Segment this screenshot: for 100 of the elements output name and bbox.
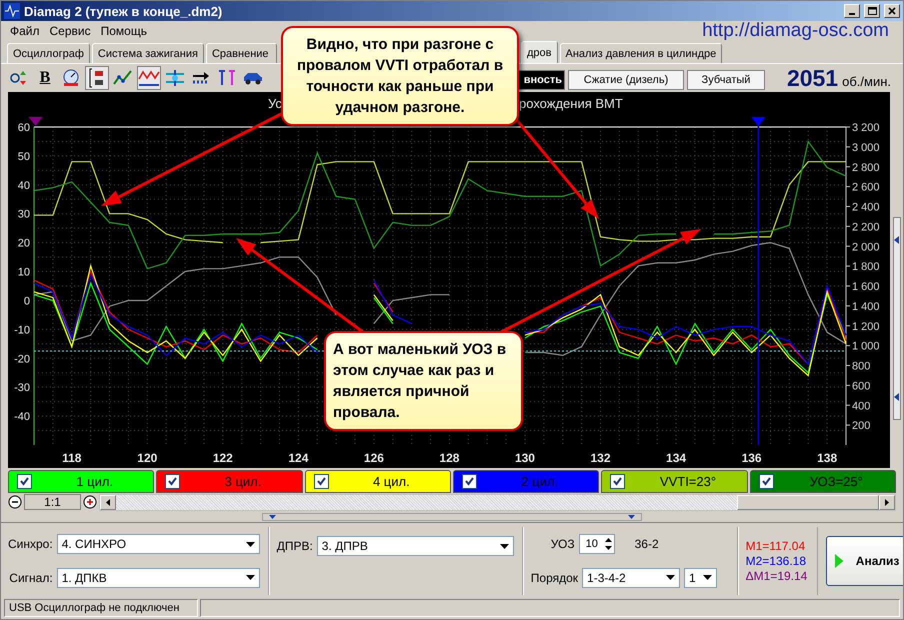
axis-label: 1 800 xyxy=(852,261,880,274)
axis-label: 2 400 xyxy=(852,202,880,214)
callout: А вот маленький УОЗ в этом случае как раз и является причной провала. xyxy=(324,331,523,431)
arrow-down-icon xyxy=(269,514,276,518)
marker-readout: ΔM1=19.14 xyxy=(746,568,808,583)
axis-label: 120 xyxy=(137,451,158,466)
timing-spinner[interactable]: 10 xyxy=(578,534,615,554)
minimize-button[interactable] xyxy=(844,4,860,18)
checkbox[interactable] xyxy=(610,474,626,490)
legend-label: 3 цил. xyxy=(224,474,262,490)
axis-label: 122 xyxy=(212,451,233,466)
axis-label: -30 xyxy=(14,382,30,394)
axis-label: 40 xyxy=(18,180,30,192)
firing-order-dropdown[interactable]: 1-3-4-2 xyxy=(582,568,680,588)
camshaft-dropdown[interactable]: 3. ДПРВ xyxy=(316,536,514,556)
legend-item[interactable]: 1 цил. xyxy=(8,470,154,494)
checkbox[interactable] xyxy=(314,474,329,490)
menu-item[interactable]: Сервис xyxy=(44,24,96,38)
field-label: Сигнал: xyxy=(9,570,53,585)
legend-item[interactable]: УОЗ=25° xyxy=(750,470,896,494)
axis-label: 1 400 xyxy=(852,301,880,314)
mode-tab[interactable]: Сжатие (дизель) xyxy=(568,70,684,90)
tab[interactable]: Анализ давления в цилиндре xyxy=(560,43,722,64)
axis-label: 2 800 xyxy=(852,162,880,174)
legend-label: 4 цил. xyxy=(372,474,411,490)
caret-icon xyxy=(703,575,712,580)
caret-icon xyxy=(246,542,255,547)
menu-item[interactable]: Помощь xyxy=(96,24,152,38)
zoom-ratio: 1:1 xyxy=(24,494,81,510)
zoom-out-icon[interactable] xyxy=(8,495,22,510)
marker-readout: M1=117.04 xyxy=(746,538,806,553)
mode-tab[interactable]: Зубчатый xyxy=(687,70,765,90)
axis-label: 1 000 xyxy=(852,340,880,353)
axis-label: 10 xyxy=(18,266,30,279)
arrow-left-icon[interactable] xyxy=(106,498,110,506)
toolbar-button[interactable] xyxy=(137,66,161,90)
marker-handle[interactable] xyxy=(28,117,43,126)
tab[interactable]: дров xyxy=(521,41,558,64)
tab[interactable]: Система зажигания xyxy=(92,43,204,64)
rpm-unit: об./мин. xyxy=(842,74,891,89)
axis-label: 124 xyxy=(288,451,308,466)
close-button[interactable] xyxy=(884,4,900,18)
axis-label: -10 xyxy=(14,324,30,337)
axis-label: 134 xyxy=(666,451,686,466)
spin-arrows-icon[interactable] xyxy=(604,537,612,552)
cursor-line[interactable] xyxy=(751,117,766,446)
axis-label: 2 000 xyxy=(852,242,880,254)
callout: Видно, что при разгоне с провалом VVTI отработал в точности как раньше при удачном разгоне. xyxy=(281,26,519,126)
zoom-in-icon[interactable] xyxy=(83,495,97,510)
status-text: USB Осциллограф не подключен xyxy=(4,598,198,617)
bold-button[interactable]: B xyxy=(33,66,57,90)
sync-dropdown[interactable]: 4. СИНХРО xyxy=(56,534,260,554)
signal-dropdown[interactable]: 1. ДПКВ xyxy=(56,568,260,588)
axis-label: 1 600 xyxy=(852,281,880,294)
axis-label: 132 xyxy=(590,451,611,466)
legend-label: VVTI=23° xyxy=(658,474,718,490)
axis-label: 600 xyxy=(852,380,870,393)
marker-readout: M2=136.18 xyxy=(746,554,808,568)
sync-icon xyxy=(164,69,186,88)
axis-label: 60 xyxy=(18,122,30,134)
cylinder-dropdown[interactable]: 1 xyxy=(684,568,718,588)
tab[interactable]: Осциллограф xyxy=(7,43,90,64)
mode-tab[interactable]: вность xyxy=(517,70,565,90)
checkbox[interactable] xyxy=(17,474,32,490)
checkbox[interactable] xyxy=(758,474,774,490)
markers-icon xyxy=(217,69,237,88)
checkbox[interactable] xyxy=(462,474,477,490)
legend-item[interactable]: 4 цил. xyxy=(304,470,451,494)
arrow-right-icon[interactable] xyxy=(885,498,889,506)
maximize-button[interactable] xyxy=(864,4,880,18)
axis-label: 2 200 xyxy=(852,222,880,234)
scrollbar-thumb[interactable] xyxy=(737,494,879,510)
legend-item[interactable]: 3 цил. xyxy=(156,470,303,494)
legend-item[interactable]: VVTI=23° xyxy=(601,470,748,494)
website-link[interactable]: http://diamag-osc.com xyxy=(702,20,899,42)
toolbar-button[interactable] xyxy=(85,66,109,90)
menu-item[interactable]: Файл xyxy=(5,24,45,38)
gauge-icon xyxy=(61,69,81,88)
app-icon xyxy=(4,3,20,20)
arrow-left-icon xyxy=(894,393,899,402)
axis-label: 1 200 xyxy=(852,321,880,334)
tab[interactable]: Сравнение xyxy=(206,43,277,64)
arrow-left-icon xyxy=(894,236,899,244)
vertical-scrollbar[interactable] xyxy=(892,217,900,420)
axis-label: 118 xyxy=(62,451,82,466)
splitter-handle[interactable] xyxy=(262,512,642,520)
axis-label: 136 xyxy=(742,451,762,466)
axis-label: 2 600 xyxy=(852,182,880,194)
axis-label: 3 000 xyxy=(852,142,880,154)
caret-icon xyxy=(246,575,255,580)
horizontal-scrollbar[interactable] xyxy=(99,494,896,511)
axis-label: 30 xyxy=(18,209,30,221)
scale-icon xyxy=(10,69,28,88)
axis-label: 20 xyxy=(18,238,30,250)
analyze-button[interactable]: Анализ xyxy=(826,536,903,586)
axis-label: 400 xyxy=(852,400,870,413)
close-icon xyxy=(888,7,896,16)
field-label: ДПРВ: xyxy=(276,539,313,554)
checkbox[interactable] xyxy=(165,474,180,490)
axis-label: 200 xyxy=(852,420,870,432)
